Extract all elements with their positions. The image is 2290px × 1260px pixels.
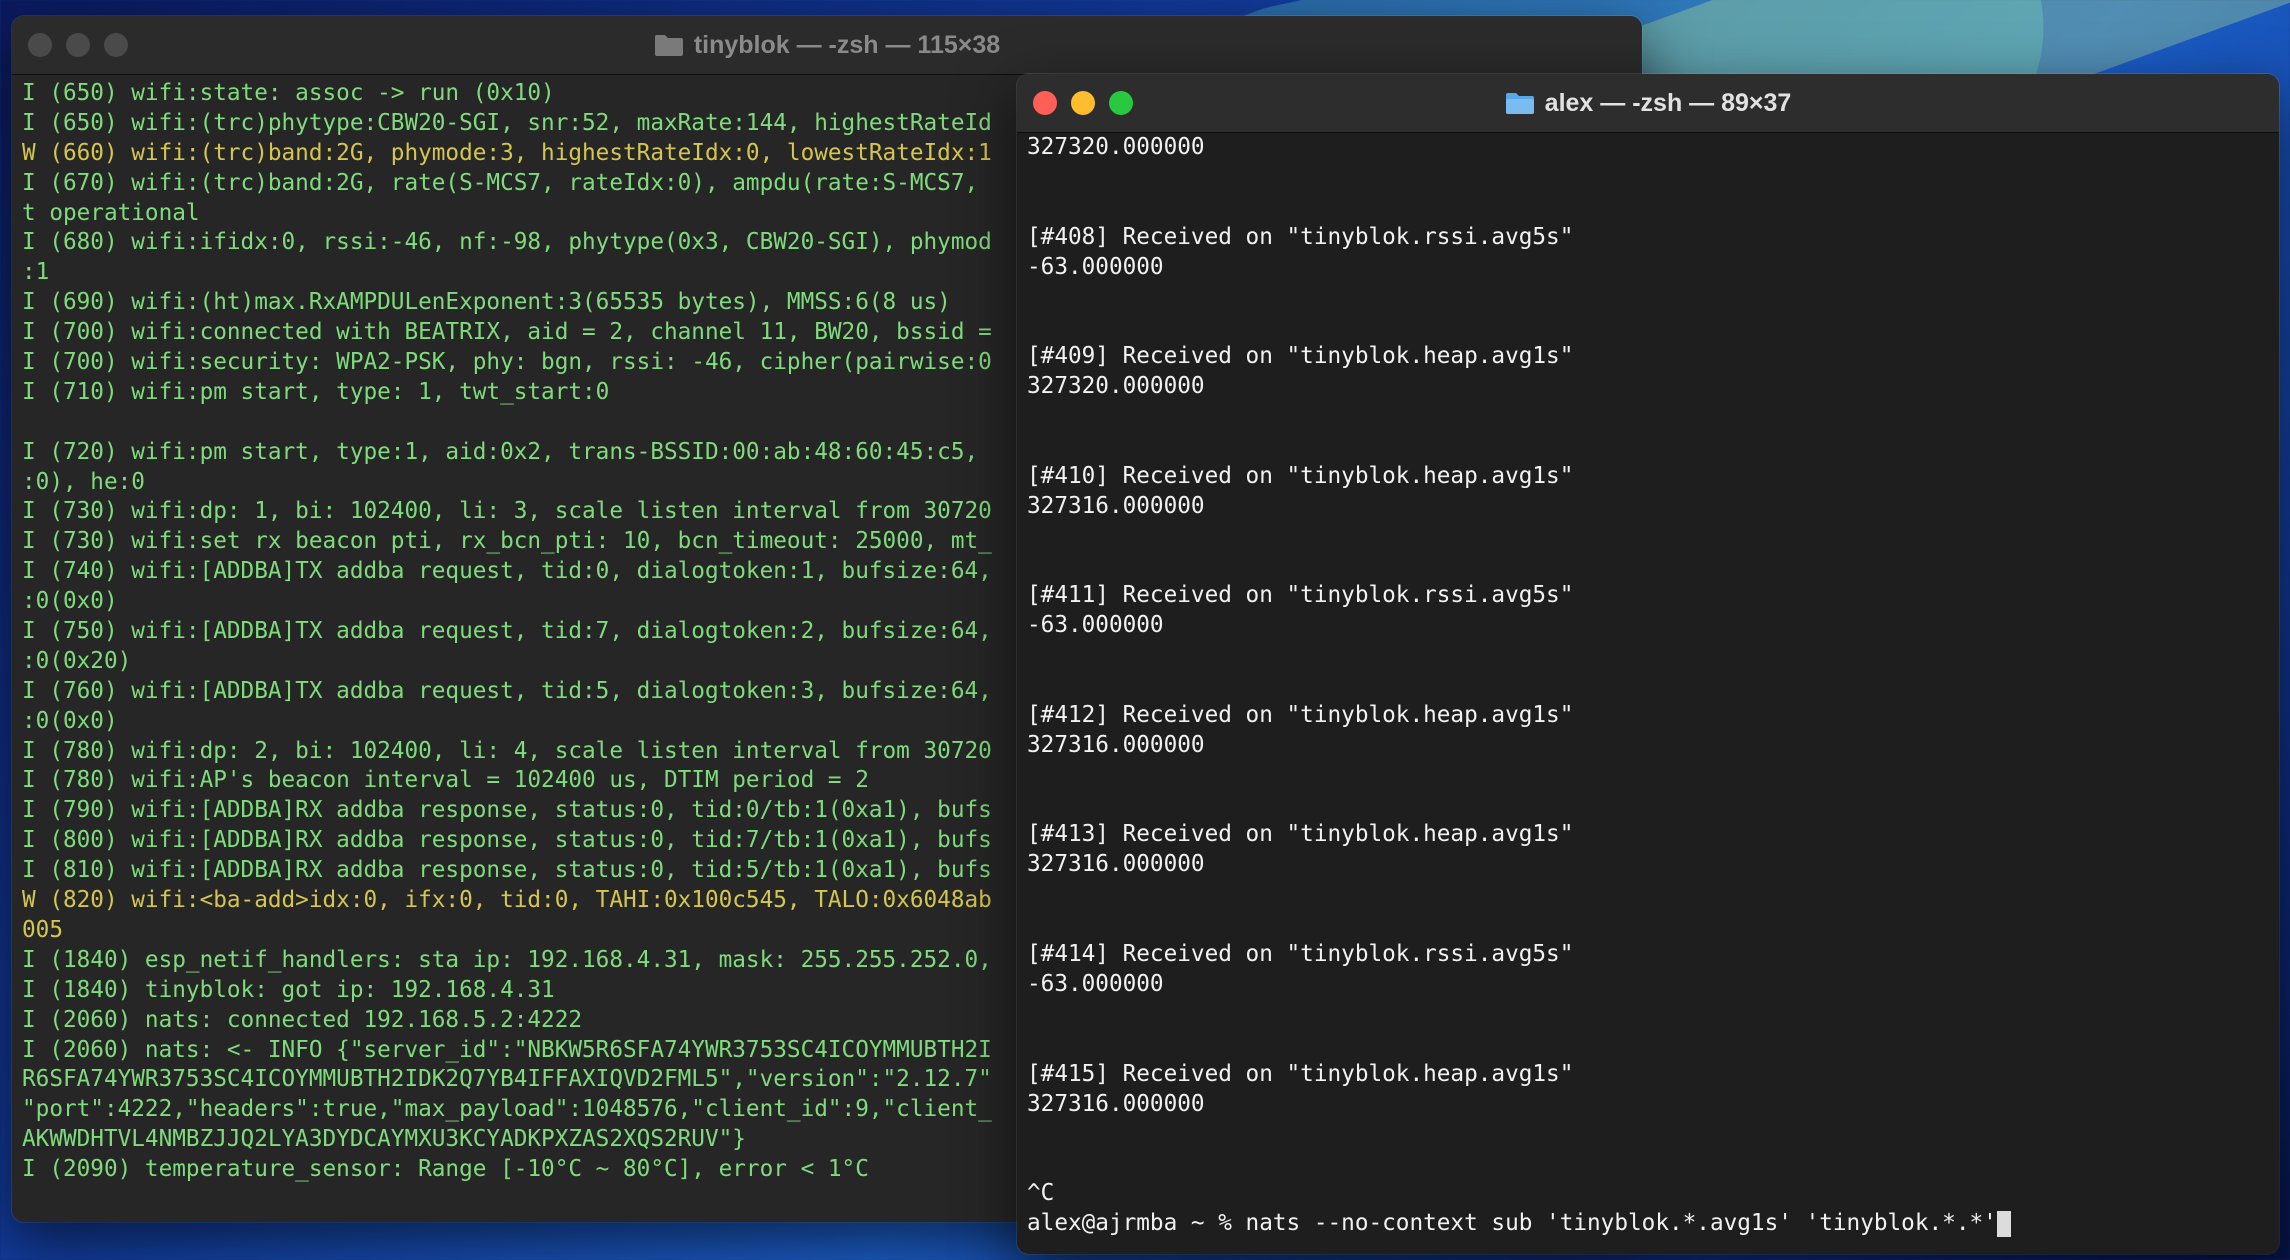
output-line: 327316.000000 xyxy=(1027,731,1205,758)
window-title-group: tinyblok — -zsh — 115×38 xyxy=(654,31,1000,60)
output-line: [#409] Received on "tinyblok.heap.avg1s" xyxy=(1027,343,1574,370)
minimize-button[interactable] xyxy=(1071,91,1095,115)
output-line: 327316.000000 xyxy=(1027,492,1205,519)
prompt-text: alex@ajrmba ~ % nats --no-context sub 't… xyxy=(1027,1210,1997,1237)
output-line: -63.000000 xyxy=(1027,970,1164,997)
output-line: -63.000000 xyxy=(1027,253,1164,280)
folder-icon xyxy=(1505,93,1534,114)
command-prompt[interactable]: alex@ajrmba ~ % nats --no-context sub 't… xyxy=(1027,1209,2269,1239)
output-line: [#411] Received on "tinyblok.rssi.avg5s" xyxy=(1027,582,1574,609)
titlebar[interactable]: tinyblok — -zsh — 115×38 xyxy=(12,16,1642,75)
window-title: alex — -zsh — 89×37 xyxy=(1544,88,1792,117)
window-title: tinyblok — -zsh — 115×38 xyxy=(693,30,1001,59)
output-line: [#415] Received on "tinyblok.heap.avg1s" xyxy=(1027,1060,1574,1087)
titlebar[interactable]: alex — -zsh — 89×37 xyxy=(1017,74,2279,133)
output-line: [#410] Received on "tinyblok.heap.avg1s" xyxy=(1027,462,1574,489)
folder-icon xyxy=(654,35,683,56)
output-line: 327320.000000 xyxy=(1027,373,1205,400)
terminal-output[interactable]: 327320.000000 [#408] Received on "tinyblo… xyxy=(1017,133,2279,1253)
output-line: 327316.000000 xyxy=(1027,851,1205,878)
close-button[interactable] xyxy=(1033,91,1057,115)
output-line: 327320.000000 xyxy=(1027,134,1205,160)
output-line: [#413] Received on "tinyblok.heap.avg1s" xyxy=(1027,821,1574,848)
window-controls xyxy=(28,16,128,74)
terminal-window-alex[interactable]: alex — -zsh — 89×37 327320.000000 [#408] … xyxy=(1017,74,2279,1254)
output-line: [#412] Received on "tinyblok.heap.avg1s" xyxy=(1027,701,1574,728)
close-button[interactable] xyxy=(28,33,52,57)
output-line: [#414] Received on "tinyblok.rssi.avg5s" xyxy=(1027,941,1574,968)
window-title-group: alex — -zsh — 89×37 xyxy=(1505,88,1792,118)
output-line: -63.000000 xyxy=(1027,612,1164,639)
text-cursor xyxy=(1996,1210,2011,1237)
output-line: [#408] Received on "tinyblok.rssi.avg5s" xyxy=(1027,223,1574,250)
output-line: 327316.000000 xyxy=(1027,1090,1205,1117)
output-line: ^C xyxy=(1027,1180,1055,1207)
maximize-button[interactable] xyxy=(1109,91,1133,115)
maximize-button[interactable] xyxy=(104,33,128,57)
minimize-button[interactable] xyxy=(66,33,90,57)
window-controls xyxy=(1033,74,1133,132)
